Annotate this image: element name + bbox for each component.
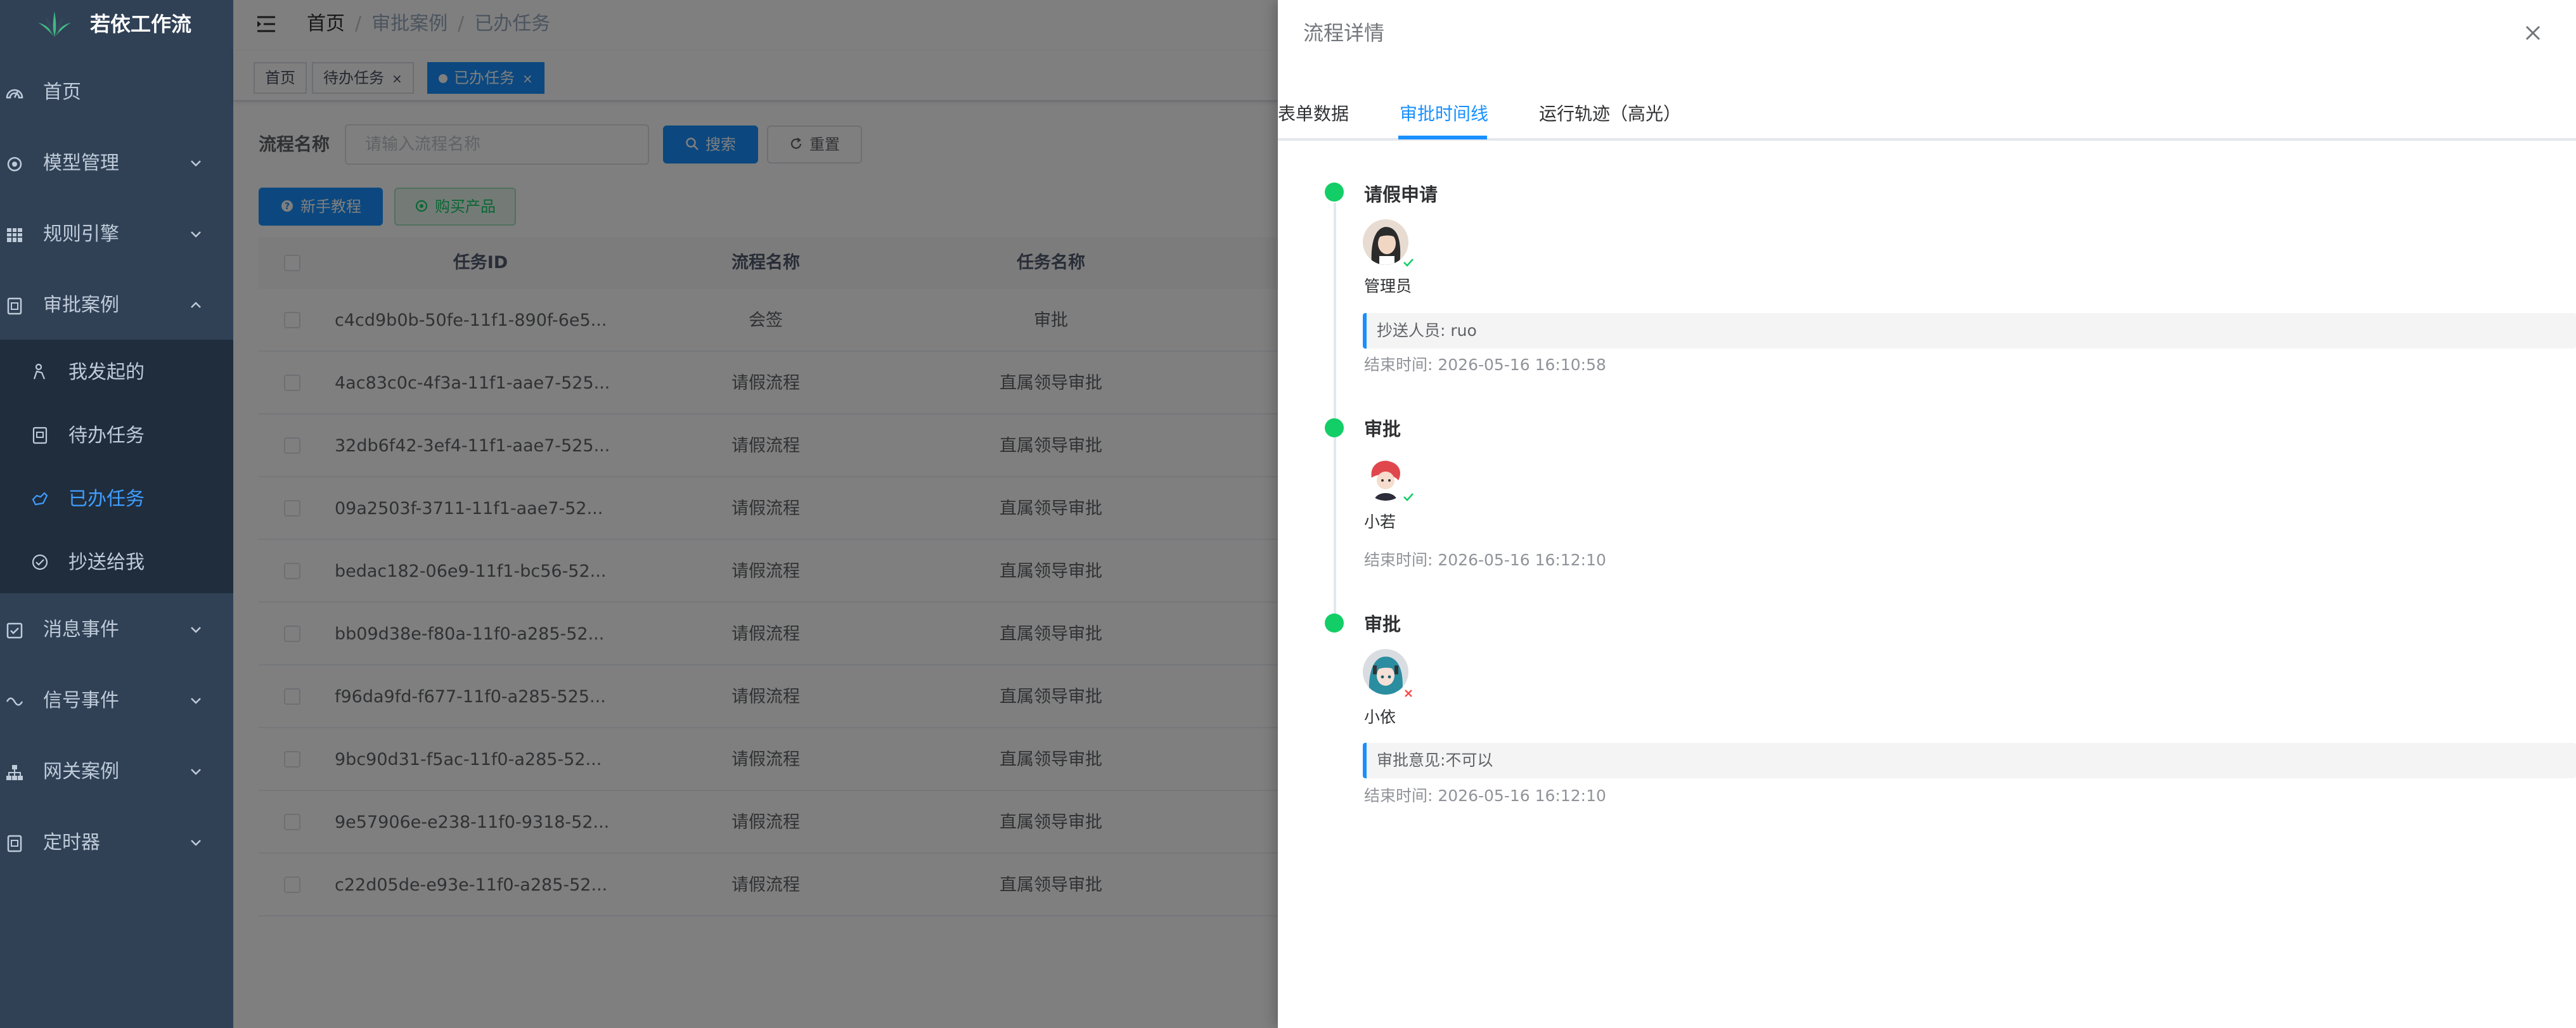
sidebar-item-label: 审批案例: [43, 294, 119, 316]
sidebar-item-label: 模型管理: [43, 152, 119, 174]
timeline-node-title: 请假申请: [1364, 184, 1438, 205]
signal-icon: [6, 697, 23, 706]
chevron-down-icon: [191, 160, 201, 167]
chevron-down-icon: [191, 627, 201, 633]
app-title: 若依工作流: [90, 12, 192, 36]
timeline-end-time: 结束时间: 2026-05-16 16:12:10: [1364, 551, 1606, 569]
timeline-dot: [1325, 614, 1344, 633]
sidebar-item-label: 信号事件: [43, 690, 119, 712]
timeline-user-name: 小依: [1364, 708, 1396, 726]
cc-icon: [32, 554, 48, 570]
logo-icon: [38, 11, 71, 37]
sidebar-item-signal-events[interactable]: 信号事件: [0, 669, 233, 733]
chevron-down-icon: [191, 231, 201, 238]
todo-icon: [32, 427, 48, 444]
timeline-node-title: 审批: [1364, 614, 1401, 635]
sidebar-subitem-cc-me[interactable]: 抄送给我: [0, 531, 233, 594]
check-icon: [1401, 255, 1415, 269]
start-icon: [33, 363, 46, 380]
sidebar-subitem-todo-tasks[interactable]: 待办任务: [0, 404, 233, 468]
process-detail-drawer: 流程详情 表单数据 审批时间线 运行轨迹（高光） 请假申请 管理员 抄送人员: …: [1278, 0, 2576, 1028]
sidebar-item-approval-cases[interactable]: 审批案例: [0, 274, 233, 337]
timeline-note: 审批意见:不可以: [1363, 743, 2576, 778]
timeline-dot: [1325, 183, 1344, 202]
sidebar-subitem-label: 抄送给我: [68, 551, 145, 574]
sidebar-item-label: 规则引擎: [43, 223, 119, 245]
sidebar-item-rule-engine[interactable]: 规则引擎: [0, 203, 233, 266]
approval-icon: [7, 297, 22, 315]
sidebar-item-label: 首页: [43, 81, 81, 103]
check-icon: [1401, 490, 1415, 504]
cross-icon: [1401, 686, 1415, 700]
close-icon[interactable]: [2520, 20, 2546, 46]
timeline-user-name: 管理员: [1364, 277, 1412, 295]
sidebar-item-message-events[interactable]: 消息事件: [0, 598, 233, 662]
tree-icon: [6, 765, 23, 780]
sidebar-logo[interactable]: 若依工作流: [0, 0, 233, 48]
chevron-down-icon: [191, 769, 201, 775]
timeline-end-time: 结束时间: 2026-05-16 16:10:58: [1364, 356, 1606, 374]
sidebar-subitem-label: 我发起的: [68, 361, 145, 383]
sidebar-item-home[interactable]: 首页: [0, 61, 233, 124]
timeline-dot: [1325, 418, 1344, 437]
chevron-up-icon: [191, 302, 201, 308]
drawer-title: 流程详情: [1303, 21, 1385, 45]
tab-form-data[interactable]: 表单数据: [1278, 100, 1349, 128]
checkbox-icon: [6, 622, 23, 639]
sidebar-item-gateway-cases[interactable]: 网关案例: [0, 740, 233, 804]
sidebar-item-label: 定时器: [43, 832, 100, 854]
timeline-node-title: 审批: [1364, 418, 1401, 440]
active-tab-indicator: [1398, 136, 1487, 139]
timeline-user-name: 小若: [1364, 513, 1396, 531]
chevron-down-icon: [191, 698, 201, 704]
timer-icon: [7, 835, 22, 852]
tab-run-trace[interactable]: 运行轨迹（高光）: [1539, 100, 1681, 128]
sidebar: 若依工作流 首页 模型管理 规则引擎 审批案例 我发起的 待办任务 已办任务 抄…: [0, 0, 233, 1028]
tab-approval-timeline[interactable]: 审批时间线: [1400, 100, 1488, 128]
sidebar-item-model-management[interactable]: 模型管理: [0, 132, 233, 195]
sidebar-subitem-label: 已办任务: [68, 488, 145, 510]
dashboard-icon: [6, 89, 23, 99]
done-icon: [32, 492, 48, 506]
table-icon: [7, 228, 22, 242]
sidebar-item-label: 网关案例: [43, 761, 119, 783]
timeline-note: 抄送人员: ruo: [1363, 313, 2576, 349]
sidebar-subitem-label: 待办任务: [68, 425, 145, 447]
sidebar-subitem-my-started[interactable]: 我发起的: [0, 341, 233, 404]
sidebar-subitem-done-tasks[interactable]: 已办任务: [0, 468, 233, 531]
sidebar-item-timer[interactable]: 定时器: [0, 811, 233, 875]
timeline-connector: [1334, 437, 1336, 621]
timeline-end-time: 结束时间: 2026-05-16 16:12:10: [1364, 787, 1606, 805]
model-icon: [7, 157, 22, 172]
sidebar-item-label: 消息事件: [43, 619, 119, 641]
chevron-down-icon: [191, 840, 201, 846]
timeline-connector: [1334, 203, 1336, 422]
